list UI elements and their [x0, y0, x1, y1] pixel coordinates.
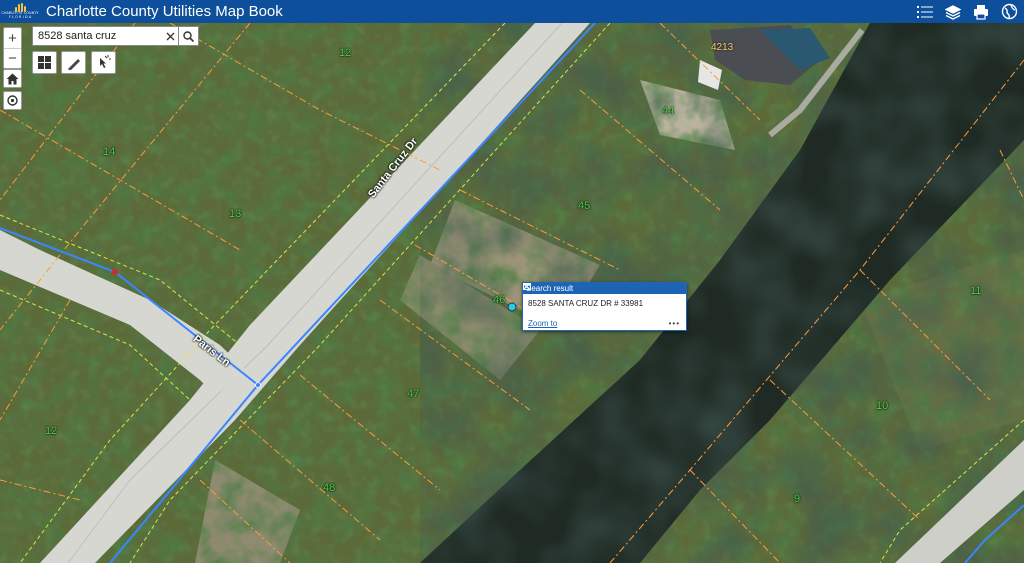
header-toolbar [916, 3, 1024, 21]
identify-widget-icon [100, 55, 111, 68]
search-input[interactable] [32, 26, 179, 46]
legend-icon[interactable] [916, 3, 934, 21]
dock-popup-button[interactable] [523, 283, 671, 293]
parcel-label: 45 [578, 200, 591, 212]
search-result-popup: Search result 8528 SANTA CRUZ DR # 33981… [522, 282, 687, 331]
parcel-label: 10 [876, 400, 889, 412]
parcel-label: 48 [323, 482, 336, 494]
parcel-label: 12 [45, 425, 58, 437]
close-icon [523, 283, 530, 290]
zoom-control: + − [3, 27, 22, 69]
zoom-out-button[interactable]: − [4, 48, 21, 68]
parcel-label: 46 [493, 294, 506, 306]
clear-search-button[interactable] [163, 28, 177, 44]
locate-icon [7, 95, 18, 106]
home-button[interactable] [3, 69, 22, 88]
home-icon [6, 73, 19, 84]
address-point-label: 4213 [711, 42, 734, 53]
popup-address: 8528 SANTA CRUZ DR # 33981 [528, 299, 644, 308]
measure-widget-button[interactable] [61, 51, 86, 74]
close-icon [166, 32, 174, 40]
parcel-label: 11 [970, 285, 982, 297]
valve-marker[interactable] [112, 269, 118, 275]
search-icon [183, 30, 194, 42]
more-actions-button[interactable]: ••• [669, 319, 680, 328]
zoom-to-link[interactable]: Zoom to [528, 319, 557, 328]
parcel-label: 47 [407, 388, 420, 400]
popup-header: Search result [523, 283, 686, 294]
basemap-gallery-icon[interactable] [1000, 3, 1018, 21]
basemap-widget-button[interactable] [32, 51, 57, 74]
close-popup-button[interactable] [523, 283, 683, 293]
app-title: Charlotte County Utilities Map Book [46, 3, 283, 20]
app-header: CHARLOTTE COUNTY F L O R I D A Charlotte… [0, 0, 1024, 23]
county-logo: CHARLOTTE COUNTY F L O R I D A [0, 0, 40, 23]
aerial-imagery [0, 23, 1024, 563]
search-result-pin[interactable] [507, 302, 517, 312]
search-button[interactable] [179, 26, 199, 46]
parcel-label: 9 [794, 493, 801, 505]
search-widget [32, 26, 199, 46]
zoom-in-button[interactable]: + [4, 28, 21, 48]
palm-logo-icon [14, 3, 27, 13]
parcel-label: 14 [103, 146, 116, 158]
basemap-widget-icon [38, 56, 51, 69]
parcel-label: 44 [662, 105, 675, 117]
logo-state: F L O R I D A [8, 15, 32, 19]
popup-title: Search result [526, 284, 574, 293]
measure-widget-icon [67, 58, 80, 70]
print-icon[interactable] [972, 3, 990, 21]
layers-icon[interactable] [944, 3, 962, 21]
parcel-label: 12 [339, 47, 352, 59]
parcel-label: 13 [229, 208, 242, 220]
locate-button[interactable] [3, 91, 22, 110]
map-view[interactable]: 12 14 13 44 45 46 47 48 12 11 10 9 4213 … [0, 23, 1024, 563]
identify-widget-button[interactable] [91, 51, 116, 74]
